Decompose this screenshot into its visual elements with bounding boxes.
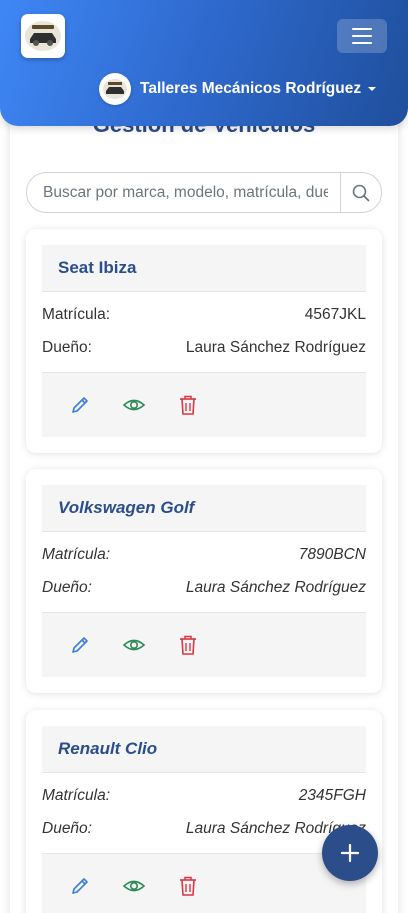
eye-icon <box>122 639 146 651</box>
trash-icon <box>180 635 196 655</box>
pencil-icon <box>72 397 88 413</box>
plate-row: Matrícula: 7890BCN <box>42 546 366 564</box>
vehicle-name: Renault Clio <box>42 726 366 773</box>
view-button[interactable] <box>122 633 146 657</box>
owner-row: Dueño: Laura Sánchez Rodríguez <box>42 339 366 357</box>
search-button[interactable] <box>340 172 382 213</box>
trash-icon <box>180 876 196 896</box>
vehicle-card: Volkswagen Golf Matrícula: 7890BCN Dueño… <box>26 469 382 693</box>
plate-row: Matrícula: 2345FGH <box>42 787 366 805</box>
plate-value: 7890BCN <box>298 546 366 563</box>
pencil-icon <box>72 878 88 894</box>
edit-button[interactable] <box>68 874 92 898</box>
plate-value: 4567JKL <box>304 306 366 323</box>
delete-button[interactable] <box>176 633 200 657</box>
garage-logo[interactable] <box>21 14 65 58</box>
owner-label: Dueño: <box>42 339 92 356</box>
card-actions <box>42 853 366 913</box>
user-avatar <box>99 73 131 105</box>
user-dropdown[interactable]: Talleres Mecánicos Rodríguez <box>99 73 377 105</box>
delete-button[interactable] <box>176 393 200 417</box>
eye-icon <box>122 399 146 411</box>
plate-row: Matrícula: 4567JKL <box>42 306 366 324</box>
user-name: Talleres Mecánicos Rodríguez <box>140 80 362 97</box>
owner-value: Laura Sánchez Rodríguez <box>185 339 366 356</box>
car-avatar-icon <box>103 79 127 99</box>
vehicle-card: Renault Clio Matrícula: 2345FGH Dueño: L… <box>26 710 382 913</box>
edit-button[interactable] <box>68 393 92 417</box>
vehicle-name: Volkswagen Golf <box>42 485 366 532</box>
top-header: Talleres Mecánicos Rodríguez <box>0 0 408 126</box>
vehicle-name: Seat Ibiza <box>42 245 366 292</box>
car-logo-icon <box>25 21 61 51</box>
search-bar <box>26 172 382 213</box>
vehicle-card: Seat Ibiza Matrícula: 4567JKL Dueño: Lau… <box>26 229 382 453</box>
search-input[interactable] <box>26 172 340 213</box>
menu-toggle-button[interactable] <box>337 19 387 53</box>
search-icon <box>352 184 370 201</box>
plate-value: 2345FGH <box>298 787 366 804</box>
owner-row: Dueño: Laura Sánchez Rodríguez <box>42 820 366 838</box>
delete-button[interactable] <box>176 874 200 898</box>
trash-icon <box>180 395 196 415</box>
plate-label: Matrícula: <box>42 787 111 804</box>
owner-row: Dueño: Laura Sánchez Rodríguez <box>42 579 366 597</box>
card-actions <box>42 612 366 677</box>
card-actions <box>42 372 366 437</box>
eye-icon <box>122 880 146 892</box>
owner-label: Dueño: <box>42 820 92 837</box>
plate-label: Matrícula: <box>42 546 111 563</box>
caret-down-icon <box>368 87 377 91</box>
view-button[interactable] <box>122 393 146 417</box>
plus-icon <box>340 843 360 863</box>
hamburger-icon <box>352 28 372 44</box>
add-vehicle-button[interactable] <box>322 825 378 881</box>
plate-label: Matrícula: <box>42 306 111 323</box>
view-button[interactable] <box>122 874 146 898</box>
owner-label: Dueño: <box>42 579 92 596</box>
owner-value: Laura Sánchez Rodríguez <box>185 579 366 596</box>
pencil-icon <box>72 637 88 653</box>
edit-button[interactable] <box>68 633 92 657</box>
